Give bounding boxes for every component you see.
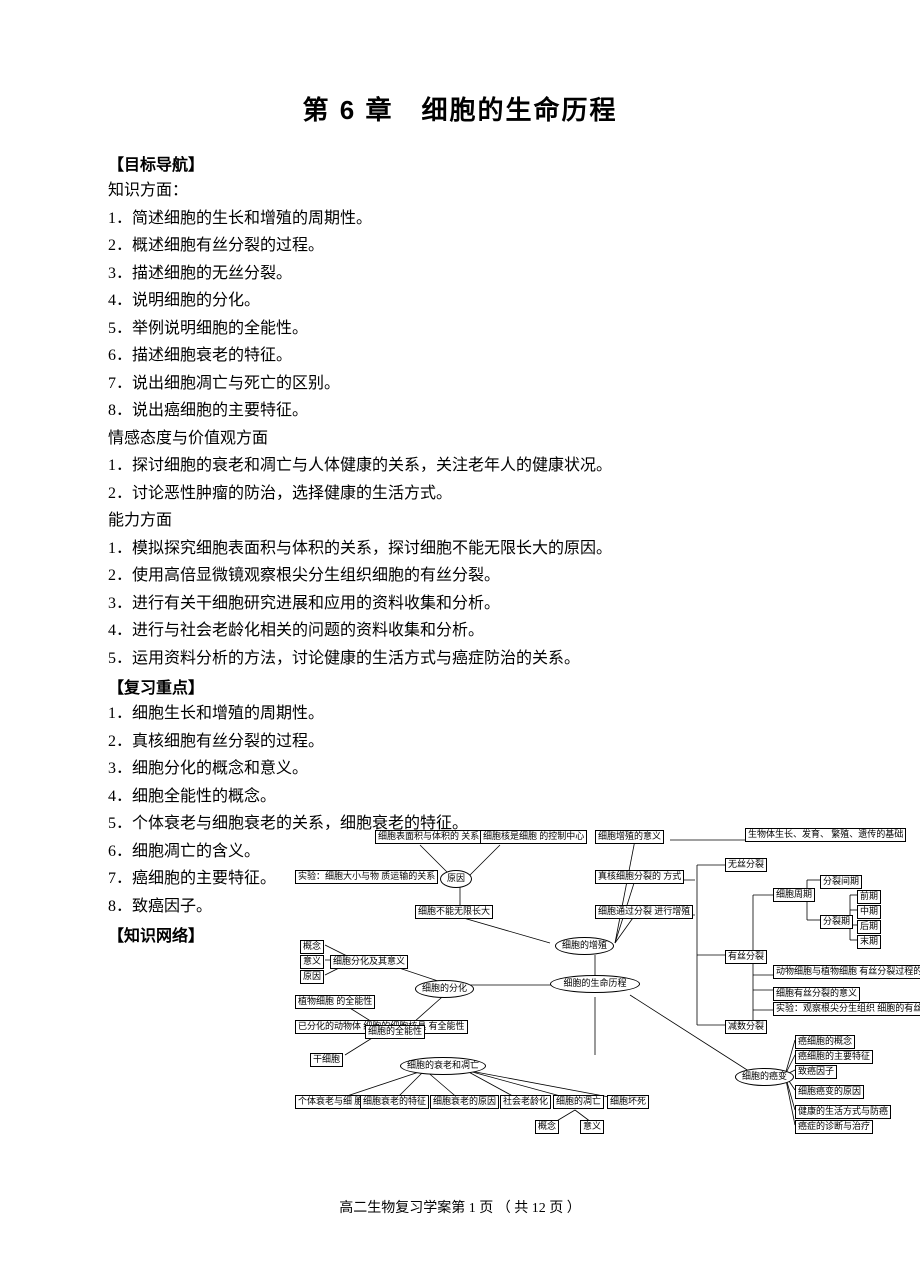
node: 细胞癌变的原因: [795, 1085, 864, 1099]
page-footer: 高二生物复习学案第 1 页 （ 共 12 页 ）: [0, 1197, 920, 1217]
node: 致癌因子: [795, 1065, 837, 1079]
node: 细胞的凋亡: [553, 1095, 604, 1109]
node: 无丝分裂: [725, 858, 767, 872]
node: 癌细胞的概念: [795, 1035, 855, 1049]
node: 细胞分化及其意义: [330, 955, 408, 969]
ability-item: 2．使用高倍显微镜观察根尖分生组织细胞的有丝分裂。: [108, 562, 812, 590]
ability-item: 1．模拟探究细胞表面积与体积的关系，探讨细胞不能无限长大的原因。: [108, 535, 812, 563]
node: 细胞核是细胞 的控制中心: [480, 830, 587, 844]
node: 社会老龄化: [500, 1095, 551, 1109]
node: 细胞的衰老和凋亡: [400, 1057, 486, 1075]
page: 第 6 章 细胞的生命历程 【目标导航】 知识方面： 1．简述细胞的生长和增殖的…: [0, 0, 920, 1277]
node: 意义: [580, 1120, 604, 1134]
ability-item: 5．运用资料分析的方法，讨论健康的生活方式与癌症防治的关系。: [108, 645, 812, 673]
ability-subhead: 能力方面: [108, 507, 812, 535]
node: 细胞有丝分裂的意义: [773, 987, 860, 1001]
ability-item: 3．进行有关干细胞研究进展和应用的资料收集和分析。: [108, 590, 812, 618]
node: 细胞衰老的特征: [360, 1095, 429, 1109]
review-item: 1．细胞生长和增殖的周期性。: [108, 700, 812, 728]
knowledge-item: 3．描述细胞的无丝分裂。: [108, 260, 812, 288]
node: 细胞的癌变: [735, 1068, 794, 1086]
node: 细胞的增殖: [555, 937, 614, 955]
attitude-subhead: 情感态度与价值观方面: [108, 425, 812, 453]
node: 干细胞: [310, 1053, 343, 1067]
attitude-item: 2．讨论恶性肿瘤的防治，选择健康的生活方式。: [108, 480, 812, 508]
node: 意义: [300, 955, 324, 969]
node: 末期: [857, 935, 881, 949]
node: 细胞不能无限长大: [415, 905, 493, 919]
knowledge-item: 8．说出癌细胞的主要特征。: [108, 397, 812, 425]
review-item: 3．细胞分化的概念和意义。: [108, 755, 812, 783]
node: 概念: [535, 1120, 559, 1134]
node: 实验：观察根尖分生组织 细胞的有丝分裂: [773, 1002, 920, 1016]
node: 细胞坏死: [607, 1095, 649, 1109]
node: 健康的生活方式与防癌: [795, 1105, 891, 1119]
node: 细胞通过分裂 进行增殖: [595, 905, 693, 919]
page-title: 第 6 章 细胞的生命历程: [108, 90, 812, 127]
node: 减数分裂: [725, 1020, 767, 1034]
node: 癌症的诊断与治疗: [795, 1120, 873, 1134]
review-item: 4．细胞全能性的概念。: [108, 783, 812, 811]
node: 后期: [857, 920, 881, 934]
knowledge-item: 1．简述细胞的生长和增殖的周期性。: [108, 205, 812, 233]
attitude-item: 1．探讨细胞的衰老和凋亡与人体健康的关系，关注老年人的健康状况。: [108, 452, 812, 480]
ability-item: 4．进行与社会老龄化相关的问题的资料收集和分析。: [108, 617, 812, 645]
node: 植物细胞 的全能性: [295, 995, 375, 1009]
node: 中期: [857, 905, 881, 919]
node: 概念: [300, 940, 324, 954]
knowledge-item: 7．说出细胞凋亡与死亡的区别。: [108, 370, 812, 398]
node: 分裂间期: [820, 875, 862, 889]
concept-map: 细胞的生命历程 细胞表面积与体积的 关系限制细胞的长大 细胞核是细胞 的控制中心…: [295, 825, 880, 1155]
node: 真核细胞分裂的 方式: [595, 870, 684, 884]
node: 生物体生长、发育、 繁殖、遗传的基础: [745, 828, 906, 842]
node: 前期: [857, 890, 881, 904]
goals-heading: 【目标导航】: [108, 151, 812, 175]
node: 细胞的分化: [415, 980, 474, 998]
node: 有丝分裂: [725, 950, 767, 964]
node: 细胞的全能性: [365, 1025, 425, 1039]
review-item: 2．真核细胞有丝分裂的过程。: [108, 728, 812, 756]
knowledge-item: 4．说明细胞的分化。: [108, 287, 812, 315]
node: 细胞增殖的意义: [595, 830, 664, 844]
node: 动物细胞与植物细胞 有丝分裂过程的区别: [773, 965, 920, 979]
node: 实验：细胞大小与物 质运输的关系: [295, 870, 438, 884]
node-center: 细胞的生命历程: [550, 975, 640, 993]
review-heading: 【复习重点】: [108, 674, 812, 698]
node: 癌细胞的主要特征: [795, 1050, 873, 1064]
node: 细胞衰老的原因: [430, 1095, 499, 1109]
knowledge-subhead: 知识方面：: [108, 177, 812, 205]
knowledge-item: 6．描述细胞衰老的特征。: [108, 342, 812, 370]
node: 原因: [300, 970, 324, 984]
knowledge-item: 5．举例说明细胞的全能性。: [108, 315, 812, 343]
node: 原因: [440, 870, 472, 888]
node: 细胞周期: [773, 888, 815, 902]
knowledge-item: 2．概述细胞有丝分裂的过程。: [108, 232, 812, 260]
node: 分裂期: [820, 915, 853, 929]
